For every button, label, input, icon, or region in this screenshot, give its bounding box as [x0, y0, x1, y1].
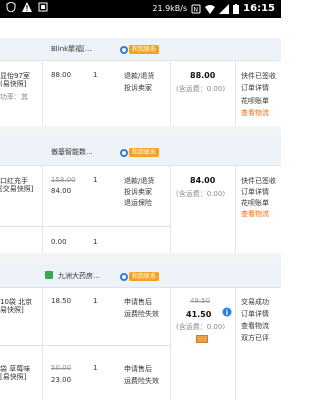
- view-logistics-link[interactable]: 查看物流: [241, 209, 269, 219]
- divider: [170, 287, 171, 400]
- unit-price: 0.00: [51, 238, 67, 246]
- battery-icon: [233, 3, 240, 14]
- divider: [42, 165, 43, 253]
- shipping-fee: (含运费：0.00): [176, 85, 226, 93]
- warning-icon: [22, 2, 32, 12]
- shop-name[interactable]: 傲基智能数...: [51, 147, 93, 157]
- status-bar: 21.9kB/s N 16:15: [0, 0, 281, 18]
- chat-icon: [120, 272, 128, 281]
- info-icon[interactable]: [222, 307, 232, 317]
- unit-price: 18.50: [51, 297, 72, 305]
- svg-text:N: N: [194, 6, 199, 13]
- divider: [235, 287, 236, 400]
- chat-icon: [120, 45, 128, 54]
- quantity: 1: [93, 176, 98, 184]
- shield-icon: [6, 2, 16, 12]
- view-logistics-link[interactable]: 查看物流: [241, 108, 269, 118]
- refund-button[interactable]: 退款/退货: [124, 176, 154, 186]
- shop-name[interactable]: 九洲大药房...: [58, 271, 100, 281]
- after-sale-button[interactable]: 申请售后: [124, 364, 152, 374]
- signal-icon: [219, 3, 230, 14]
- store-icon: [45, 271, 53, 279]
- shipping-fee: (含运费：0.00): [176, 190, 226, 198]
- order-spacer: [0, 126, 281, 137]
- contact-seller-button[interactable]: 和我联系: [120, 45, 160, 54]
- review-status: 双方已评: [241, 334, 269, 342]
- refund-button[interactable]: 退款/退货: [124, 71, 154, 81]
- order-total: 88.00: [190, 71, 216, 80]
- nfc-icon: N: [191, 4, 201, 13]
- product-snapshot-link[interactable]: (易快照]: [0, 79, 26, 89]
- quantity: 1: [93, 238, 98, 246]
- huabei-bill-link[interactable]: 花呗账单: [241, 198, 269, 208]
- wifi-icon: [205, 4, 216, 14]
- product-spec: 功率：其: [0, 93, 28, 101]
- divider: [235, 165, 236, 253]
- order-status: 快件已签收: [241, 72, 276, 80]
- contact-seller-button[interactable]: 和我联系: [120, 272, 160, 281]
- divider: [0, 345, 170, 346]
- clock: 16:15: [243, 3, 275, 14]
- order-total: 84.00: [190, 176, 216, 185]
- order-status: 交易成功: [241, 298, 269, 306]
- original-price: 158.00: [51, 176, 76, 184]
- order-header: 九洲大药房... 和我联系: [0, 263, 281, 287]
- return-insurance-button[interactable]: 退运保险: [124, 198, 152, 208]
- unit-price: 84.00: [51, 187, 72, 195]
- flag-icon: [196, 335, 208, 343]
- order-detail-link[interactable]: 订单详情: [241, 187, 269, 197]
- product-snapshot-link[interactable]: [交易快照]: [0, 184, 33, 194]
- shipping-insurance-status: 运费险失效: [124, 377, 159, 385]
- divider: [0, 226, 170, 227]
- order-detail-link[interactable]: 订单详情: [241, 309, 269, 319]
- original-total: 49.50: [190, 297, 211, 305]
- original-price: 50.00: [51, 364, 72, 372]
- product-snapshot-link[interactable]: 易快照]: [0, 305, 24, 315]
- quantity: 1: [93, 297, 98, 305]
- complain-button[interactable]: 投诉卖家: [124, 83, 152, 93]
- divider: [42, 287, 43, 400]
- quantity: 1: [93, 364, 98, 372]
- contact-seller-button[interactable]: 和我联系: [120, 148, 160, 157]
- unit-price: 23.00: [51, 376, 72, 384]
- network-speed: 21.9kB/s: [152, 4, 188, 13]
- shipping-fee: (含运费：0.00): [176, 323, 226, 331]
- shop-name[interactable]: Blink聚福[...: [51, 44, 92, 54]
- unit-price: 88.00: [51, 71, 72, 79]
- huabei-bill-link[interactable]: 花呗账单: [241, 96, 269, 106]
- order-header: 傲基智能数... 和我联系: [0, 137, 281, 165]
- shipping-insurance-status: 运费险失效: [124, 310, 159, 318]
- order-spacer: [0, 253, 281, 263]
- order-detail-link[interactable]: 订单详情: [241, 83, 269, 93]
- order-status: 快件已签收: [241, 177, 276, 185]
- view-logistics-link[interactable]: 查看物流: [241, 321, 269, 331]
- order-header: Blink聚福[... 和我联系: [0, 38, 281, 60]
- divider: [170, 165, 171, 253]
- quantity: 1: [93, 71, 98, 79]
- chat-icon: [120, 148, 128, 157]
- app-icon: [38, 2, 48, 12]
- after-sale-button[interactable]: 申请售后: [124, 297, 152, 307]
- order-total: 41.50: [186, 310, 212, 319]
- product-snapshot-link[interactable]: [易快照]: [0, 372, 26, 382]
- complain-button[interactable]: 投诉卖家: [124, 187, 152, 197]
